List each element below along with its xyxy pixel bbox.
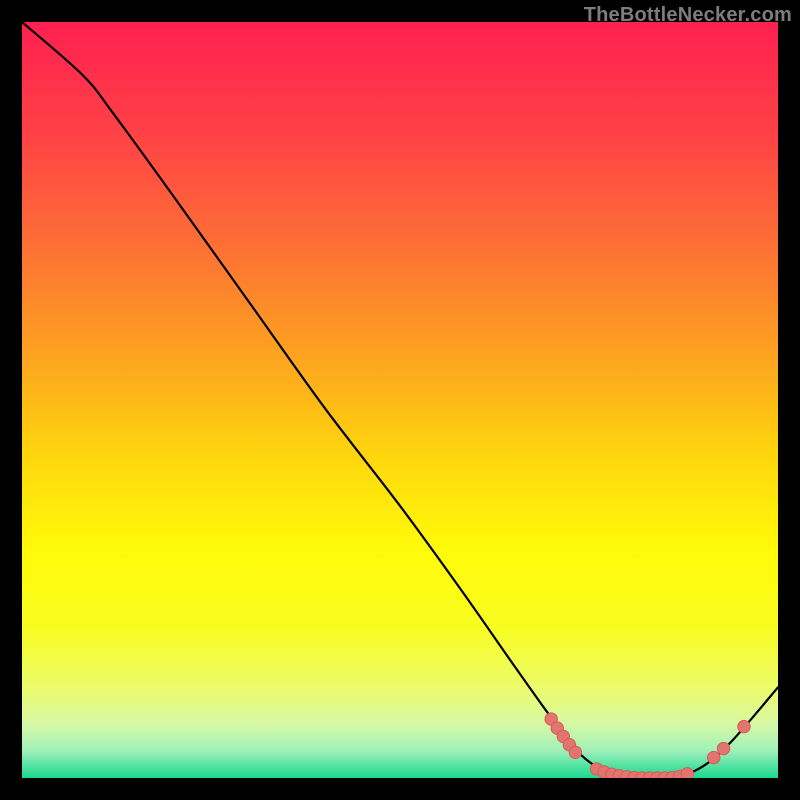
data-marker	[717, 742, 729, 754]
chart-stage: TheBottleNecker.com	[0, 0, 800, 800]
data-marker	[569, 746, 581, 758]
data-marker	[738, 720, 750, 732]
watermark-text: TheBottleNecker.com	[584, 4, 792, 27]
chart-svg	[22, 22, 778, 778]
data-marker	[708, 751, 720, 763]
plot-area	[22, 22, 778, 778]
gradient-background	[22, 22, 778, 778]
data-marker	[681, 768, 693, 778]
